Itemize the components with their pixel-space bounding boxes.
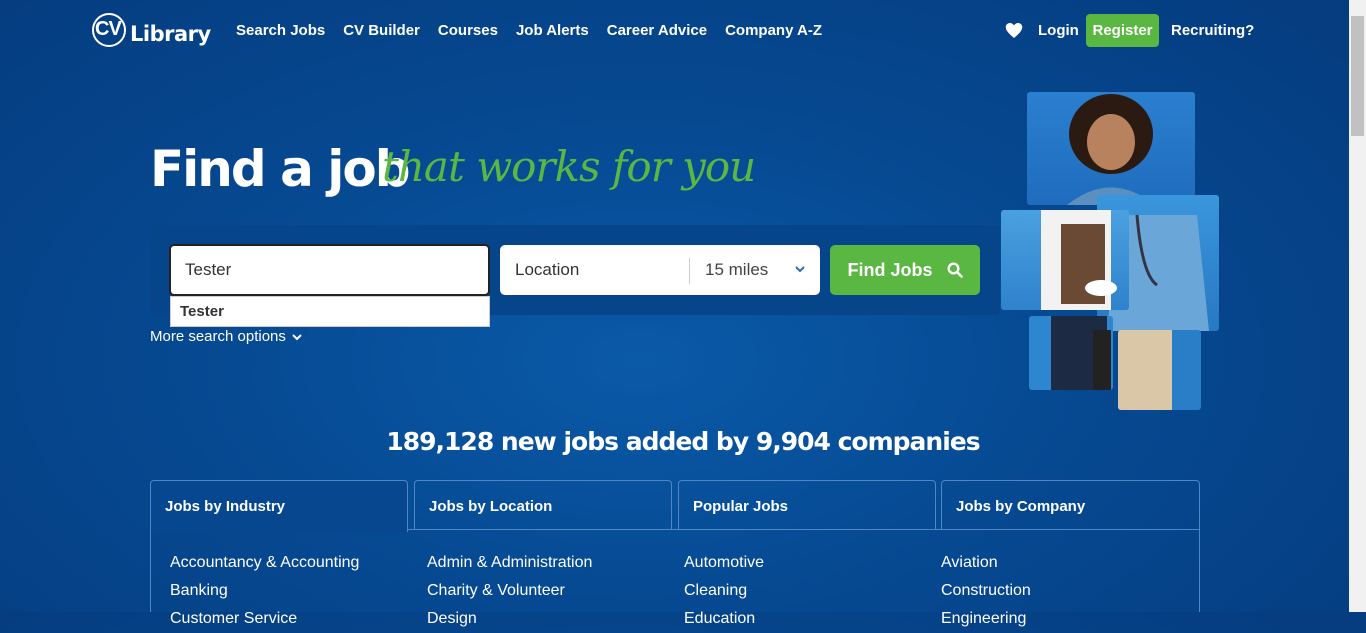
logo-cv-text: CV	[95, 18, 122, 40]
heart-icon[interactable]	[1005, 22, 1023, 39]
tabs-border-left	[150, 529, 151, 612]
tab-jobs-by-location[interactable]: Jobs by Location	[414, 480, 672, 530]
industry-column-2: Admin & Administration Charity & Volunte…	[427, 549, 592, 633]
hero-tagline: that works for you	[382, 142, 756, 191]
hero-photo-nurse	[1118, 330, 1201, 410]
cv-library-logo[interactable]: CV Library	[92, 9, 211, 51]
industry-link[interactable]: Construction	[941, 577, 1031, 605]
find-jobs-label: Find Jobs	[847, 259, 933, 280]
tab-jobs-by-industry[interactable]: Jobs by Industry	[150, 480, 408, 532]
more-search-options[interactable]: More search options	[150, 328, 302, 345]
tabs-border-right	[1199, 529, 1200, 612]
industry-link[interactable]: Banking	[170, 577, 359, 605]
register-button[interactable]: Register	[1086, 14, 1159, 47]
industry-link[interactable]: Customer Service	[170, 605, 359, 633]
industry-link[interactable]: Admin & Administration	[427, 549, 592, 577]
search-icon	[946, 262, 963, 278]
industry-column-3: Automotive Cleaning Education	[684, 549, 764, 633]
hero-photo-business	[1029, 316, 1113, 390]
industry-link[interactable]: Aviation	[941, 549, 1031, 577]
radius-select[interactable]: 15 miles	[705, 260, 768, 280]
industry-link[interactable]: Engineering	[941, 605, 1031, 633]
hero-photo-woman	[1027, 92, 1195, 205]
main-nav: Search Jobs CV Builder Courses Job Alert…	[236, 22, 822, 39]
industry-link[interactable]: Design	[427, 605, 592, 633]
tab-popular-jobs[interactable]: Popular Jobs	[678, 480, 936, 530]
jobs-count-headline: 189,128 new jobs added by 9,904 companie…	[386, 427, 980, 456]
scrollbar-thumb[interactable]	[1351, 16, 1364, 136]
tab-jobs-by-company[interactable]: Jobs by Company	[941, 480, 1200, 530]
recruiting-link[interactable]: Recruiting?	[1171, 22, 1254, 39]
find-jobs-button[interactable]: Find Jobs	[830, 245, 980, 295]
nav-career-advice[interactable]: Career Advice	[607, 22, 707, 39]
industry-link[interactable]: Charity & Volunteer	[427, 577, 592, 605]
login-link[interactable]: Login	[1038, 22, 1079, 39]
hero-photo-barista	[1001, 210, 1129, 310]
location-divider	[689, 258, 690, 284]
industry-link[interactable]: Cleaning	[684, 577, 764, 605]
autocomplete-suggestion[interactable]: Tester	[170, 296, 490, 327]
more-search-options-label: More search options	[150, 328, 286, 345]
chevron-down-icon	[292, 333, 302, 340]
nav-courses[interactable]: Courses	[438, 22, 498, 39]
industry-column-1: Accountancy & Accounting Banking Custome…	[170, 549, 359, 633]
nav-search-jobs[interactable]: Search Jobs	[236, 22, 325, 39]
industry-link[interactable]: Accountancy & Accounting	[170, 549, 359, 577]
nav-company-a-z[interactable]: Company A-Z	[725, 22, 822, 39]
location-placeholder[interactable]: Location	[515, 260, 579, 280]
tabs-divider	[408, 529, 1200, 530]
industry-link[interactable]: Automotive	[684, 549, 764, 577]
chevron-down-icon[interactable]	[795, 264, 805, 274]
logo-library-text: Library	[130, 22, 211, 46]
hero-title: Find a job	[150, 140, 411, 198]
industry-link[interactable]: Education	[684, 605, 764, 633]
nav-cv-builder[interactable]: CV Builder	[343, 22, 420, 39]
nav-job-alerts[interactable]: Job Alerts	[516, 22, 589, 39]
keyword-input[interactable]: Tester	[169, 244, 490, 296]
industry-column-4: Aviation Construction Engineering	[941, 549, 1031, 633]
